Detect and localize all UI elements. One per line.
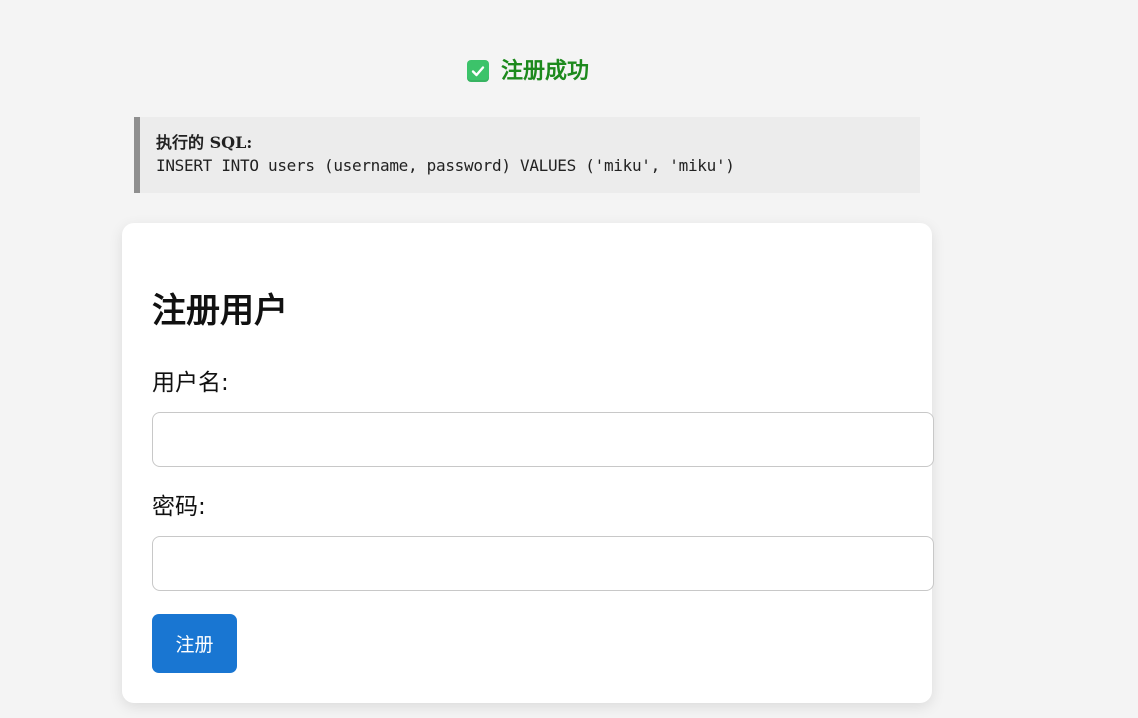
sql-query: INSERT INTO users (username, password) V…: [156, 156, 735, 175]
sql-output-box: 执行的 SQL: INSERT INTO users (username, pa…: [134, 117, 920, 193]
username-label: 用户名:: [152, 370, 229, 396]
form-title: 注册用户: [152, 291, 288, 331]
register-button[interactable]: 注册: [152, 614, 237, 673]
username-input[interactable]: [152, 412, 934, 467]
check-mark-icon: [466, 60, 489, 82]
register-form-card: 注册用户 用户名: 密码: 注册: [122, 223, 934, 703]
password-label: 密码:: [152, 494, 206, 520]
success-text: 注册成功: [500, 59, 589, 84]
sql-heading: 执行的 SQL:: [156, 133, 253, 152]
success-message: 注册成功: [0, 56, 1056, 88]
password-input[interactable]: [152, 536, 934, 591]
